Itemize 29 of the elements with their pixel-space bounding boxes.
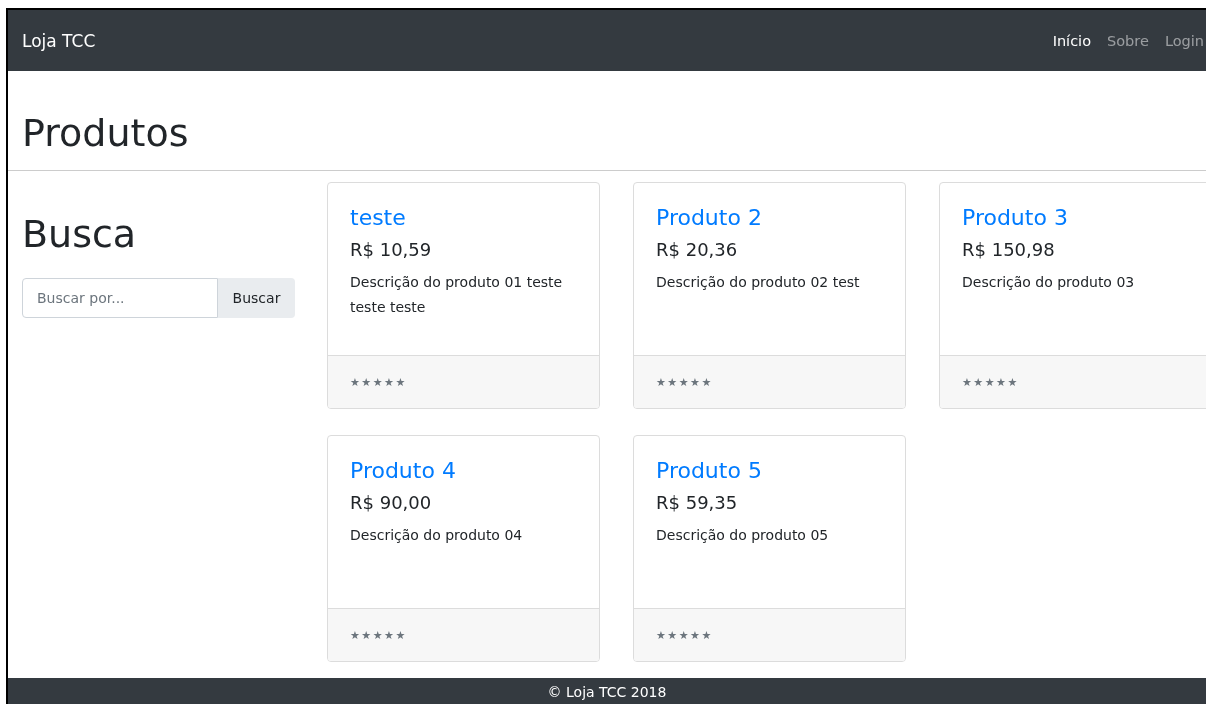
product-title-link[interactable]: Produto 4 [350,458,577,483]
product-price: R$ 90,00 [350,492,433,513]
nav-link[interactable]: Login [1156,32,1206,49]
product-title-link[interactable]: Produto 2 [656,205,883,230]
product-description: Descrição do produto 03 [962,273,1136,292]
product-price: R$ 10,59 [350,239,433,260]
product-title-link[interactable]: Produto 3 [962,205,1189,230]
search-heading: Busca [22,212,138,256]
footer-text: © Loja TCC 2018 [547,684,667,700]
product-title-link[interactable]: Produto 5 [656,458,883,483]
product-price: R$ 59,35 [656,492,739,513]
rating-stars: ★ ★ ★ ★ ★ [962,375,1017,389]
search-button[interactable]: Buscar [218,278,295,318]
rating-stars: ★ ★ ★ ★ ★ [656,628,711,642]
page-heading: Produtos [21,110,190,157]
product-title-link[interactable]: teste [350,205,577,230]
product-description: Descrição do produto 01 teste teste teste [350,273,564,317]
rating-stars: ★ ★ ★ ★ ★ [656,375,711,389]
product-price: R$ 150,98 [962,239,1056,260]
rating-stars: ★ ★ ★ ★ ★ [350,375,405,389]
product-price: R$ 20,36 [656,239,739,260]
nav-link[interactable]: Início [1044,32,1100,49]
product-description: Descrição do produto 04 [350,526,524,545]
product-description: Descrição do produto 05 [656,526,830,545]
rating-stars: ★ ★ ★ ★ ★ [350,628,405,642]
search-field[interactable]: Buscar por... [22,278,218,318]
nav-link[interactable]: Sobre [1099,32,1157,49]
product-description: Descrição do produto 02 test [656,273,861,292]
brand-link[interactable]: Loja TCC [22,30,96,51]
